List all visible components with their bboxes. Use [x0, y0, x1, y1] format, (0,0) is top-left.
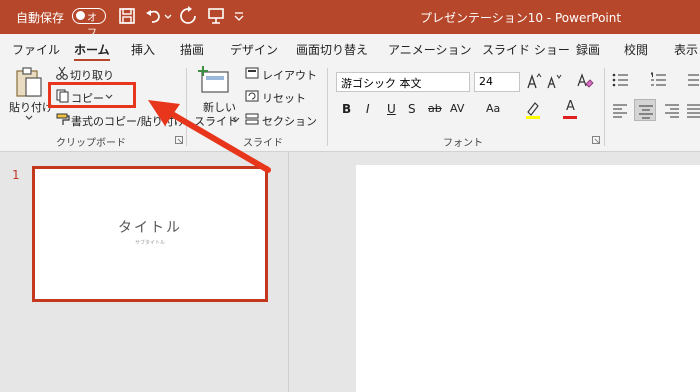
- numbering-icon[interactable]: [650, 72, 672, 88]
- font-size-value: 24: [479, 75, 493, 88]
- autosave-toggle[interactable]: オフ: [72, 8, 106, 39]
- format-painter-icon: [56, 113, 70, 125]
- italic-button[interactable]: I: [366, 102, 370, 116]
- document-title: プレゼンテーション10 - PowerPoint: [420, 11, 622, 25]
- font-group-label: フォント: [443, 138, 483, 149]
- shrink-font-icon[interactable]: [546, 72, 562, 90]
- separator: [186, 68, 187, 146]
- font-name-value: 游ゴシック 本文: [341, 77, 422, 90]
- layout-button[interactable]: レイアウト: [262, 67, 317, 83]
- align-center-button[interactable]: [634, 99, 656, 121]
- thumbnail-title: タイトル: [118, 220, 182, 236]
- font-size-combo[interactable]: 24: [474, 72, 520, 92]
- tab-design[interactable]: デザイン: [230, 41, 278, 58]
- shadow-button[interactable]: S: [408, 102, 416, 116]
- line-spacing-icon[interactable]: [686, 72, 700, 88]
- tab-file[interactable]: ファイル: [12, 41, 60, 58]
- font-launcher-icon[interactable]: [592, 136, 600, 144]
- separator: [327, 68, 328, 146]
- undo-dropdown-icon[interactable]: [163, 6, 173, 26]
- align-left-icon[interactable]: [612, 102, 628, 118]
- scissors-icon: [56, 66, 68, 80]
- format-painter-button[interactable]: 書式のコピー/貼り付け: [71, 113, 185, 129]
- align-right-icon[interactable]: [664, 102, 680, 118]
- slide-thumbnail[interactable]: タイトル サブタイトル: [32, 166, 268, 302]
- section-button[interactable]: セクション: [262, 113, 317, 129]
- slide-canvas[interactable]: [356, 165, 700, 392]
- font-color-bar: [563, 116, 577, 119]
- section-icon: [245, 113, 259, 125]
- reset-button[interactable]: リセット: [262, 90, 306, 106]
- layout-icon: [245, 67, 259, 79]
- present-icon[interactable]: [206, 6, 226, 26]
- autosave-label: 自動保存: [16, 11, 65, 25]
- align-center-icon: [639, 105, 653, 119]
- new-slide-icon[interactable]: [198, 66, 232, 96]
- grow-font-icon[interactable]: [526, 72, 542, 90]
- redo-icon[interactable]: [178, 6, 198, 26]
- clipboard-group-label: クリップボード: [56, 138, 126, 149]
- underline-button[interactable]: U: [387, 102, 396, 116]
- new-slide-dropdown-icon[interactable]: [231, 116, 241, 124]
- bullets-icon[interactable]: [612, 72, 634, 88]
- tab-review[interactable]: 校閲: [624, 41, 648, 58]
- reset-icon: [245, 90, 259, 102]
- font-color-button[interactable]: A: [566, 99, 575, 114]
- customize-toolbar-icon[interactable]: [232, 6, 246, 26]
- justify-icon[interactable]: [686, 102, 700, 118]
- strikethrough-button[interactable]: ab: [428, 102, 442, 115]
- highlight-icon[interactable]: [524, 100, 542, 120]
- save-icon[interactable]: [117, 6, 137, 26]
- tab-draw[interactable]: 描画: [180, 41, 204, 58]
- tab-insert[interactable]: 挿入: [131, 41, 155, 58]
- toggle-knob: [76, 11, 85, 20]
- paste-button[interactable]: 貼り付け: [9, 99, 53, 115]
- bold-button[interactable]: B: [342, 102, 351, 116]
- cut-button[interactable]: 切り取り: [70, 67, 114, 83]
- tab-animations[interactable]: アニメーション: [388, 41, 472, 58]
- character-spacing-button[interactable]: AV: [450, 102, 464, 115]
- undo-icon[interactable]: [144, 6, 164, 26]
- slide-thumbnail-pane: 1 タイトル サブタイトル: [0, 152, 288, 392]
- thumbnail-subtitle: サブタイトル: [134, 240, 165, 246]
- slides-group-label: スライド: [243, 138, 283, 149]
- tab-record[interactable]: 録画: [576, 41, 600, 58]
- clear-formatting-icon[interactable]: [576, 72, 594, 90]
- font-name-combo[interactable]: 游ゴシック 本文: [336, 72, 470, 92]
- change-case-button[interactable]: Aa: [486, 102, 500, 115]
- clipboard-launcher-icon[interactable]: [175, 136, 183, 144]
- tab-view[interactable]: 表示: [674, 41, 698, 58]
- slide-number: 1: [12, 168, 20, 182]
- tab-transitions[interactable]: 画面切り替え: [296, 41, 368, 58]
- copy-highlight-box: [48, 82, 136, 108]
- separator: [604, 68, 605, 146]
- paste-dropdown-icon[interactable]: [24, 114, 34, 122]
- title-bar: 自動保存 オフ プレゼンテーション10 - PowerPoint: [0, 0, 700, 39]
- tab-home[interactable]: ホーム: [74, 41, 110, 61]
- ribbon-tabs: ファイル ホーム 挿入 描画 デザイン 画面切り替え アニメーション スライド …: [0, 34, 700, 62]
- tab-slideshow[interactable]: スライド ショー: [482, 41, 570, 58]
- paste-icon[interactable]: [14, 66, 44, 98]
- pane-divider[interactable]: [288, 152, 289, 392]
